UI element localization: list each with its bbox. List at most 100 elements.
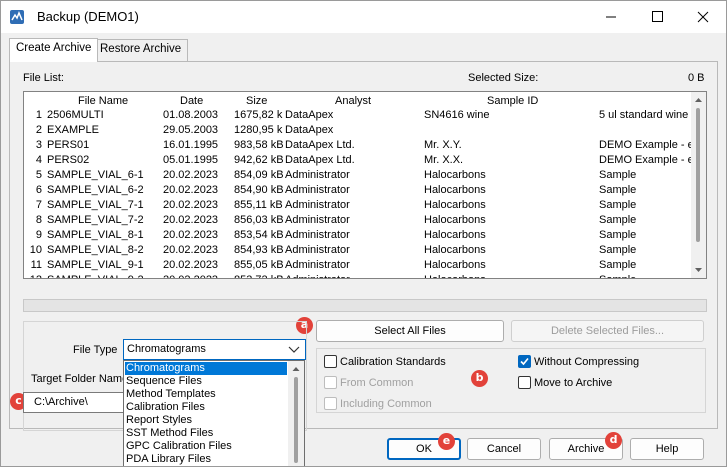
analyst-cell: Administrator [285,199,350,211]
dropdown-option[interactable]: Method Templates [125,388,216,401]
analyst-cell: Administrator [285,273,420,278]
table-row[interactable]: 6 SAMPLE_VIAL_6-2 20.02.2023 854,90 kB Admin… [24,183,691,198]
analyst-cell: DataApex Ltd. [285,139,355,151]
calibration-standards-label: Calibration Standards [340,356,446,368]
date-cell: 20.02.2023 [163,184,219,196]
select-all-files-button[interactable]: Select All Files [316,320,504,342]
table-row[interactable]: 12SAMPLE_VIAL_9-220.02.2023853,72 kBAdmi… [24,273,691,278]
tab-create-archive[interactable]: Create Archive [9,38,99,62]
including-common-checkbox[interactable] [324,397,337,410]
target-folder-value: C:\Archive\ [34,396,88,408]
analyst-cell: Administrator [285,259,350,271]
date-cell: 29.05.2003 [163,124,219,136]
table-row[interactable]: 3 PERS01 16.01.1995 983,58 kB DataApex Ltd. M… [24,138,691,153]
sample-id-cell: Halocarbons [424,273,594,278]
sample-id-cell: Halocarbons [424,244,486,256]
column-header-file-name[interactable]: File Name [78,95,128,107]
dropdown-option[interactable]: Chromatograms [125,362,287,375]
from-common-checkbox[interactable] [324,376,337,389]
dropdown-option[interactable]: GPC Calibration Files [125,440,232,453]
analyst-cell: DataApex Ltd. [285,154,355,166]
delete-selected-files-button[interactable]: Delete Selected Files... [511,320,704,342]
sample-id-cell: Halocarbons [424,199,486,211]
move-to-archive-label: Move to Archive [534,377,613,389]
scrollbar-thumb[interactable] [696,108,700,242]
description-cell: 5 ul standard wine [599,109,689,121]
table-row[interactable]: 1 2506MULTI 01.08.2003 1675,82 k DataApex SN4… [24,108,691,123]
window-title: Backup (DEMO1) [37,9,139,24]
description-cell: Sample [599,259,637,271]
close-button[interactable] [680,1,726,33]
table-row[interactable]: 10 SAMPLE_VIAL_8-2 20.02.2023 854,93 kB Admi… [24,243,691,258]
sample-id-cell: Halocarbons [424,259,486,271]
description-cell: DEMO Example - e [599,139,691,151]
row-number: 4 [35,154,42,166]
date-cell: 20.02.2023 [163,259,219,271]
scrollbar-thumb[interactable] [294,377,298,463]
sample-id-cell: Halocarbons [424,214,486,226]
without-compressing-checkbox[interactable] [518,355,531,368]
description-cell: Sample [599,184,637,196]
table-row[interactable]: 9 SAMPLE_VIAL_8-1 20.02.2023 853,54 kB Admin… [24,228,691,243]
date-cell: 01.08.2003 [163,109,219,121]
analyst-cell: Administrator [285,214,350,226]
app-icon [10,10,24,24]
row-number: 3 [35,139,42,151]
table-row[interactable]: 11 SAMPLE_VIAL_9-1 20.02.2023 855,05 kB Admi… [24,258,691,273]
file-type-dropdown-list[interactable]: Chromatograms Sequence Files Method Templa… [123,360,305,466]
table-row[interactable]: 2 EXAMPLE 29.05.2003 1280,95 k DataApex [24,123,691,138]
file-name-cell: EXAMPLE [47,124,99,136]
tab-restore-archive[interactable]: Restore Archive [93,39,189,61]
calibration-standards-checkbox[interactable] [324,355,337,368]
scroll-up-icon [292,367,300,371]
analyst-cell: DataApex [285,109,334,121]
file-type-select[interactable]: Chromatograms [123,339,306,360]
dropdown-scrollbar[interactable] [288,361,304,466]
description-cell: Sample [599,214,637,226]
chevron-down-icon [288,346,300,353]
description-cell: Sample [599,199,637,211]
dropdown-option[interactable]: SST Method Files [125,427,213,440]
dropdown-option[interactable]: Report Styles [125,414,192,427]
move-to-archive-checkbox[interactable] [518,376,531,389]
table-row[interactable]: 4 PERS02 05.01.1995 942,62 kB DataApex Ltd. M… [24,153,691,168]
including-common-label: Including Common [340,398,432,410]
date-cell: 16.01.1995 [163,139,219,151]
analyst-cell: Administrator [285,229,350,241]
sample-id-cell: Mr. X.Y. [424,139,462,151]
column-header-date[interactable]: Date [180,95,203,107]
file-name-cell: SAMPLE_VIAL_6-2 [47,184,144,196]
close-icon [697,11,709,23]
callout-marker-d: d [605,432,622,449]
row-number: 12 [26,273,42,278]
row-number: 9 [35,229,42,241]
file-name-cell: PERS02 [47,154,90,166]
table-row[interactable]: 5 SAMPLE_VIAL_6-1 20.02.2023 854,09 kB Admin… [24,168,691,183]
cancel-button[interactable]: Cancel [467,438,541,460]
title-bar: Backup (DEMO1) [1,1,726,33]
file-name-cell: PERS01 [47,139,90,151]
analyst-cell: DataApex [285,124,334,136]
scroll-down-icon [695,268,702,272]
maximize-button[interactable] [634,1,680,33]
row-number: 5 [35,169,42,181]
dropdown-option[interactable]: Calibration Files [125,401,205,414]
file-name-cell: SAMPLE_VIAL_7-2 [47,214,144,226]
table-row[interactable]: 8 SAMPLE_VIAL_7-2 20.02.2023 856,03 kB Admin… [24,213,691,228]
description-cell: Sample [599,244,637,256]
column-header-size[interactable]: Size [246,95,267,107]
scroll-up-icon [695,98,702,102]
table-row[interactable]: 7 SAMPLE_VIAL_7-1 20.02.2023 855,11 kB Admin… [24,198,691,213]
column-header-analyst[interactable]: Analyst [335,95,371,107]
target-folder-input[interactable]: C:\Archive\ [23,392,124,413]
help-button[interactable]: Help [630,438,704,460]
dropdown-option[interactable]: Sequence Files [125,375,202,388]
file-name-cell: SAMPLE_VIAL_6-1 [47,169,144,181]
file-list[interactable]: File Name Date Size Analyst Sample ID 12… [23,91,707,279]
date-cell: 20.02.2023 [163,169,219,181]
callout-marker-b: b [471,370,488,387]
dropdown-option[interactable]: PDA Library Files [125,453,211,466]
minimize-button[interactable] [588,1,634,33]
column-header-sample-id[interactable]: Sample ID [487,95,538,107]
file-list-vertical-scrollbar[interactable] [691,92,706,278]
